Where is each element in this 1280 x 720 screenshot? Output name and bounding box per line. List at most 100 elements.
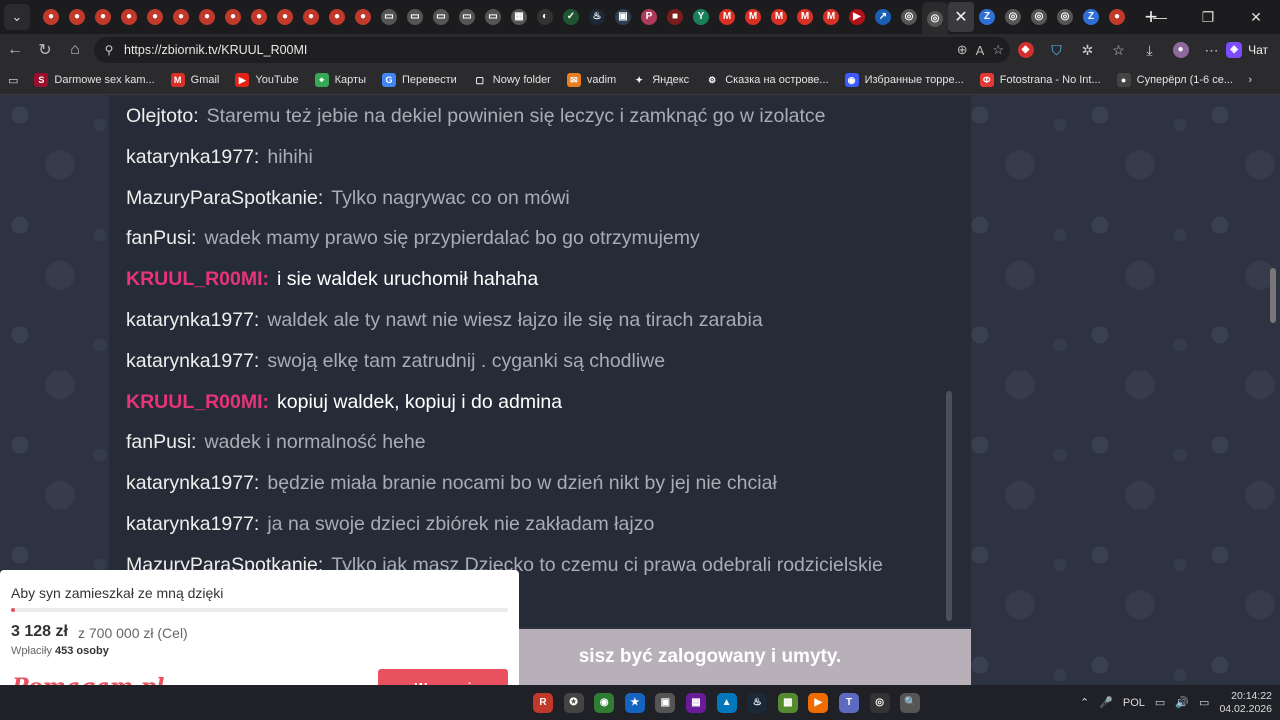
obs-icon[interactable]: ◎ xyxy=(866,689,894,717)
media-player-icon[interactable]: ▶ xyxy=(804,689,832,717)
tray-overflow-chevron-icon[interactable]: ⌃ xyxy=(1080,696,1089,709)
tab[interactable]: ● xyxy=(272,2,298,32)
tab[interactable]: M xyxy=(766,2,792,32)
bookmark-item[interactable]: ✉ vadim xyxy=(559,66,624,95)
bookmark-item[interactable]: ◉ Избранные торре... xyxy=(837,66,972,95)
tab[interactable]: ♨ xyxy=(584,2,610,32)
bookmark-item[interactable]: Ф Fotostrana - No Int... xyxy=(972,66,1109,95)
bookmark-item[interactable]: M Gmail xyxy=(163,66,228,95)
url-text[interactable]: https://zbiornik.tv/KRUUL_R00MI xyxy=(124,43,307,57)
extensions-puzzle-icon[interactable]: ✲ xyxy=(1072,35,1103,65)
close-tab-icon[interactable]: ✕ xyxy=(948,2,974,32)
tab[interactable]: ▶ xyxy=(844,2,870,32)
tab[interactable]: ◎ xyxy=(1052,2,1078,32)
star-icon[interactable]: ★ xyxy=(621,689,649,717)
tab[interactable]: ▭ xyxy=(454,2,480,32)
tab[interactable]: P xyxy=(636,2,662,32)
tab[interactable]: ● xyxy=(116,2,142,32)
tab[interactable]: ◎ xyxy=(896,2,922,32)
teams-icon[interactable]: T xyxy=(835,689,863,717)
tab[interactable]: ■ xyxy=(662,2,688,32)
chrome-icon[interactable]: ◉ xyxy=(590,689,618,717)
tab[interactable]: ● xyxy=(194,2,220,32)
tab[interactable]: ● xyxy=(38,2,64,32)
bookmark-item[interactable]: S Darmowe sex kam... xyxy=(26,66,162,95)
bookmark-item[interactable]: ● Суперёрл (1-6 се... xyxy=(1109,66,1241,95)
network-icon[interactable]: ▭ xyxy=(1155,696,1165,709)
bookmarks-overflow-chevron-icon[interactable]: › xyxy=(1240,66,1260,95)
tab[interactable]: ◎ xyxy=(1026,2,1052,32)
tab[interactable]: M xyxy=(714,2,740,32)
reload-button[interactable]: ↻ xyxy=(30,35,60,65)
tab[interactable]: M xyxy=(740,2,766,32)
tab[interactable]: Z xyxy=(974,2,1000,32)
clock[interactable]: 20:14:22 04.02.2026 xyxy=(1219,690,1272,716)
bookmark-item[interactable]: ⚙ Сказка на острове... xyxy=(697,66,836,95)
photos-icon[interactable]: ▲ xyxy=(713,689,741,717)
back-button[interactable]: ← xyxy=(0,35,30,65)
chat-username[interactable]: MazuryParaSpotkanie: xyxy=(126,187,323,209)
bookmark-item[interactable]: G Перевести xyxy=(374,66,465,95)
tab[interactable]: ▣ xyxy=(610,2,636,32)
tab[interactable]: Z xyxy=(1078,2,1104,32)
tab[interactable]: ▭ xyxy=(402,2,428,32)
tab[interactable]: ● xyxy=(168,2,194,32)
shield-extension-icon[interactable]: ⛉ xyxy=(1041,35,1072,65)
chat-username[interactable]: katarynka1977: xyxy=(126,309,259,331)
chat-username[interactable]: katarynka1977: xyxy=(126,472,259,494)
tab[interactable]: ● xyxy=(324,2,350,32)
reading-list-icon[interactable]: ▭ xyxy=(0,66,26,95)
tab[interactable]: ▭ xyxy=(376,2,402,32)
chat-username[interactable]: KRUUL_R00MI: xyxy=(126,268,269,290)
bookmark-item[interactable]: ⌖ Карты xyxy=(307,66,374,95)
bookmark-item[interactable]: ▢ Nowy folder xyxy=(465,66,559,95)
tab[interactable]: ● xyxy=(142,2,168,32)
steam-icon[interactable]: ♨ xyxy=(743,689,771,717)
bookmark-item[interactable]: ▶ YouTube xyxy=(227,66,306,95)
chat-username[interactable]: KRUUL_R00MI: xyxy=(126,391,269,413)
read-aloud-icon[interactable]: A xyxy=(976,43,985,58)
tab[interactable]: ◎ xyxy=(1000,2,1026,32)
tab-active[interactable]: ◎ xyxy=(922,2,948,36)
chat-username[interactable]: Olejtoto: xyxy=(126,105,199,127)
tab[interactable]: M xyxy=(792,2,818,32)
tab[interactable]: ● xyxy=(90,2,116,32)
chat-username[interactable]: fanPusi: xyxy=(126,431,196,453)
grid-app-icon[interactable]: ▦ xyxy=(682,689,710,717)
battery-icon[interactable]: ▭ xyxy=(1199,696,1209,709)
tab[interactable]: ● xyxy=(350,2,376,32)
chat-username[interactable]: katarynka1977: xyxy=(126,350,259,372)
puzzle-game-icon[interactable]: ▩ xyxy=(774,689,802,717)
copilot-chat-button[interactable]: ◈ Чат xyxy=(1220,37,1274,63)
zoom-icon[interactable]: ⊕ xyxy=(957,42,968,58)
tab-actions-menu-button[interactable]: ⌄ xyxy=(4,4,30,30)
tab[interactable]: ● xyxy=(220,2,246,32)
page-scrollbar-thumb[interactable] xyxy=(1270,268,1276,323)
home-button[interactable]: ⌂ xyxy=(60,35,90,65)
bookmark-item[interactable]: ✦ Яндекс xyxy=(624,66,697,95)
volume-icon[interactable]: 🔊 xyxy=(1175,696,1189,709)
tab[interactable]: ✓ xyxy=(558,2,584,32)
chat-username[interactable]: katarynka1977: xyxy=(126,513,259,535)
downloads-icon[interactable]: ⤓ xyxy=(1134,35,1165,65)
tab[interactable]: Y xyxy=(688,2,714,32)
microphone-icon[interactable]: 🎤 xyxy=(1099,696,1113,709)
favorite-star-icon[interactable]: ☆ xyxy=(992,42,1004,58)
tab[interactable]: ◐ xyxy=(532,2,558,32)
tab[interactable]: ● xyxy=(298,2,324,32)
language-indicator[interactable]: POL xyxy=(1123,697,1145,709)
chat-username[interactable]: katarynka1977: xyxy=(126,146,259,168)
tab[interactable]: ▦ xyxy=(506,2,532,32)
address-bar[interactable]: ⚲ https://zbiornik.tv/KRUUL_R00MI ⊕ A ☆ xyxy=(94,37,1010,63)
box-icon[interactable]: ▣ xyxy=(651,689,679,717)
tab[interactable]: ▭ xyxy=(428,2,454,32)
minimize-button[interactable]: — xyxy=(1136,0,1184,34)
favorites-icon[interactable]: ☆ xyxy=(1103,35,1134,65)
tab[interactable]: ● xyxy=(1104,2,1130,32)
chat-scrollbar[interactable] xyxy=(946,391,952,621)
site-info-icon[interactable]: ⚲ xyxy=(94,43,124,57)
tab[interactable]: M xyxy=(818,2,844,32)
compass-icon[interactable]: ✪ xyxy=(560,689,588,717)
close-window-button[interactable]: ✕ xyxy=(1232,0,1280,34)
restore-button[interactable]: ❐ xyxy=(1184,0,1232,34)
